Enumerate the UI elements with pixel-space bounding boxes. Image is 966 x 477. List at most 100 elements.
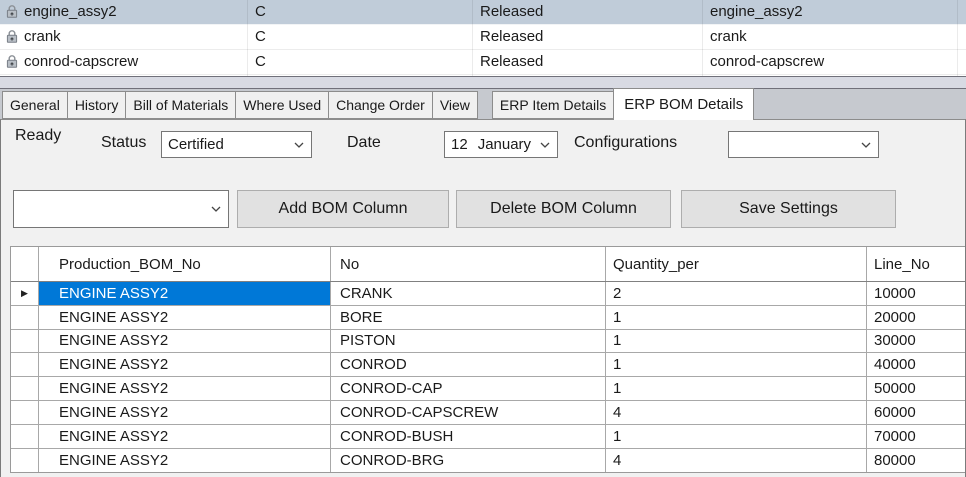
tab-view[interactable]: View xyxy=(432,91,478,119)
cell-line-no[interactable]: 30000 xyxy=(867,330,965,353)
row-header[interactable] xyxy=(11,401,39,424)
item-row[interactable]: crank C Released crank xyxy=(0,25,966,50)
status-dropdown[interactable]: Certified xyxy=(161,131,312,158)
tab-change-order[interactable]: Change Order xyxy=(328,91,433,119)
row-header[interactable] xyxy=(11,330,39,353)
cell-production-bom-no[interactable]: ENGINE ASSY2 xyxy=(39,401,331,424)
row-header[interactable]: ▶ xyxy=(11,282,39,305)
cell-line-no[interactable]: 80000 xyxy=(867,449,965,473)
cell-quantity-per[interactable]: 1 xyxy=(606,306,867,329)
bom-row[interactable]: ENGINE ASSY2 CONROD-BUSH 1 70000 xyxy=(11,425,965,449)
bom-row[interactable]: ▶ ENGINE ASSY2 CRANK 2 10000 xyxy=(11,282,965,306)
column-header-production-bom-no[interactable]: Production_BOM_No xyxy=(39,247,331,281)
cell-no[interactable]: CRANK xyxy=(331,282,606,305)
cell-quantity-per[interactable]: 1 xyxy=(606,377,867,400)
cell-line-no[interactable]: 20000 xyxy=(867,306,965,329)
item-name: conrod-capscrew xyxy=(24,53,138,71)
cell-quantity-per[interactable]: 4 xyxy=(606,449,867,473)
erp-bom-details-panel: Ready Status Certified Date 12 January C… xyxy=(0,119,966,477)
column-header-quantity-per[interactable]: Quantity_per xyxy=(606,247,867,281)
date-month-value: January xyxy=(478,136,531,153)
item-revision: C xyxy=(255,3,266,21)
item-list: engine_assy2 C Released engine_assy2 cra… xyxy=(0,0,966,77)
column-divider xyxy=(702,0,703,77)
cell-quantity-per[interactable]: 2 xyxy=(606,282,867,305)
cell-no[interactable]: CONROD-CAPSCREW xyxy=(331,401,606,424)
row-header[interactable] xyxy=(11,377,39,400)
save-settings-button[interactable]: Save Settings xyxy=(681,190,896,228)
cell-production-bom-no[interactable]: ENGINE ASSY2 xyxy=(39,425,331,448)
item-state: Released xyxy=(480,53,543,71)
bom-column-dropdown[interactable] xyxy=(13,190,229,228)
column-divider xyxy=(247,0,248,77)
bom-row[interactable]: ENGINE ASSY2 BORE 1 20000 xyxy=(11,306,965,330)
tab-history[interactable]: History xyxy=(67,91,127,119)
cell-line-no[interactable]: 70000 xyxy=(867,425,965,448)
tab-where-used[interactable]: Where Used xyxy=(235,91,329,119)
cell-no[interactable]: CONROD-BRG xyxy=(331,449,606,473)
item-revision: C xyxy=(255,28,266,46)
chevron-down-icon xyxy=(211,206,221,212)
cell-no[interactable]: CONROD xyxy=(331,353,606,376)
lock-icon xyxy=(5,54,19,69)
item-revision: C xyxy=(255,53,266,71)
date-day-value: 12 xyxy=(451,136,468,153)
bom-row[interactable]: ENGINE ASSY2 CONROD 1 40000 xyxy=(11,353,965,377)
cell-no[interactable]: CONROD-BUSH xyxy=(331,425,606,448)
cell-production-bom-no[interactable]: ENGINE ASSY2 xyxy=(39,449,331,473)
item-name: crank xyxy=(24,28,61,46)
cell-no[interactable]: PISTON xyxy=(331,330,606,353)
cell-no[interactable]: BORE xyxy=(331,306,606,329)
bom-row[interactable]: ENGINE ASSY2 PISTON 1 30000 xyxy=(11,330,965,354)
row-header[interactable] xyxy=(11,425,39,448)
bom-row[interactable]: ENGINE ASSY2 CONROD-BRG 4 80000 xyxy=(11,449,965,473)
tab-strip: General History Bill of Materials Where … xyxy=(0,89,966,119)
bom-row[interactable]: ENGINE ASSY2 CONROD-CAP 1 50000 xyxy=(11,377,965,401)
configurations-label: Configurations xyxy=(574,134,677,152)
item-row[interactable]: conrod-capscrew C Released conrod-capscr… xyxy=(0,50,966,75)
cell-quantity-per[interactable]: 1 xyxy=(606,425,867,448)
configurations-dropdown[interactable] xyxy=(728,131,879,158)
cell-no[interactable]: CONROD-CAP xyxy=(331,377,606,400)
lock-icon xyxy=(5,29,19,44)
app-window: engine_assy2 C Released engine_assy2 cra… xyxy=(0,0,966,477)
tab-erp-item-details[interactable]: ERP Item Details xyxy=(492,91,614,119)
bom-grid: Production_BOM_No No Quantity_per Line_N… xyxy=(10,246,965,473)
splitter-bar[interactable] xyxy=(0,76,966,89)
cell-line-no[interactable]: 40000 xyxy=(867,353,965,376)
chevron-down-icon xyxy=(540,142,550,148)
status-ready-label: Ready xyxy=(15,127,61,145)
item-state: Released xyxy=(480,3,543,21)
tab-bill-of-materials[interactable]: Bill of Materials xyxy=(125,91,236,119)
add-bom-column-button[interactable]: Add BOM Column xyxy=(237,190,449,228)
column-header-no[interactable]: No xyxy=(331,247,606,281)
cell-quantity-per[interactable]: 4 xyxy=(606,401,867,424)
tab-general[interactable]: General xyxy=(2,91,68,119)
cell-production-bom-no[interactable]: ENGINE ASSY2 xyxy=(39,330,331,353)
item-state: Released xyxy=(480,28,543,46)
row-header[interactable] xyxy=(11,449,39,473)
item-name-2: crank xyxy=(710,28,747,46)
date-dropdown[interactable]: 12 January xyxy=(444,131,558,158)
column-divider xyxy=(957,0,958,77)
cell-production-bom-no[interactable]: ENGINE ASSY2 xyxy=(39,306,331,329)
tab-erp-bom-details[interactable]: ERP BOM Details xyxy=(613,88,754,120)
cell-line-no[interactable]: 50000 xyxy=(867,377,965,400)
row-header[interactable] xyxy=(11,306,39,329)
chevron-down-icon xyxy=(861,142,871,148)
cell-line-no[interactable]: 10000 xyxy=(867,282,965,305)
cell-quantity-per[interactable]: 1 xyxy=(606,330,867,353)
cell-production-bom-no[interactable]: ENGINE ASSY2 xyxy=(39,282,331,305)
cell-line-no[interactable]: 60000 xyxy=(867,401,965,424)
item-row[interactable]: engine_assy2 C Released engine_assy2 xyxy=(0,0,966,25)
tab-strip-gap xyxy=(478,91,492,119)
cell-quantity-per[interactable]: 1 xyxy=(606,353,867,376)
cell-production-bom-no[interactable]: ENGINE ASSY2 xyxy=(39,353,331,376)
row-header[interactable] xyxy=(11,353,39,376)
cell-production-bom-no[interactable]: ENGINE ASSY2 xyxy=(39,377,331,400)
column-header-line-no[interactable]: Line_No xyxy=(867,247,965,281)
delete-bom-column-button[interactable]: Delete BOM Column xyxy=(456,190,671,228)
bom-row[interactable]: ENGINE ASSY2 CONROD-CAPSCREW 4 60000 xyxy=(11,401,965,425)
bom-grid-header: Production_BOM_No No Quantity_per Line_N… xyxy=(11,247,965,282)
status-label: Status xyxy=(101,134,146,152)
